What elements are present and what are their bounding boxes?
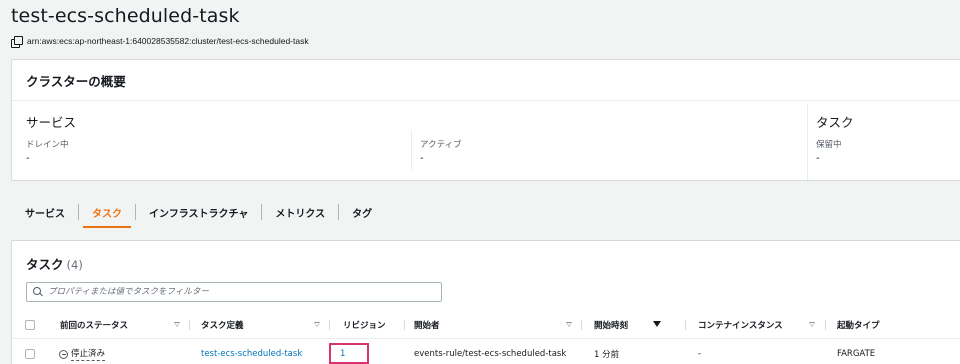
- column-separator: [404, 320, 405, 330]
- row-checkbox[interactable]: [25, 349, 35, 359]
- draining-label: ドレイン中: [26, 140, 69, 150]
- pending-label: 保留中: [816, 140, 842, 150]
- column-separator: [189, 320, 190, 330]
- column-separator: [581, 320, 582, 330]
- column-header-task-definition[interactable]: タスク定義: [201, 311, 244, 339]
- column-header-started-at[interactable]: 開始時刻: [594, 311, 628, 339]
- overview-divider: [807, 104, 808, 180]
- column-header-started-by[interactable]: 開始者: [414, 311, 440, 339]
- sort-icon[interactable]: [314, 322, 320, 327]
- sort-icon[interactable]: [174, 322, 180, 327]
- arn-row: arn:aws:ecs:ap-northeast-1:640028535582:…: [11, 34, 309, 48]
- last-status-value[interactable]: 停止済み: [71, 347, 106, 361]
- select-all-checkbox[interactable]: [25, 320, 35, 330]
- page-title: test-ecs-scheduled-task: [11, 5, 240, 27]
- tasks-count: (4): [66, 258, 83, 272]
- stopped-status-icon: [59, 349, 68, 359]
- last-status-cell: 停止済み: [59, 340, 106, 364]
- column-separator: [329, 320, 330, 330]
- pending-value: -: [816, 153, 820, 164]
- table-row: 停止済み test-ecs-scheduled-task 1 events-ru…: [12, 340, 960, 364]
- launch-type-value: FARGATE: [837, 349, 876, 359]
- column-separator: [825, 320, 826, 330]
- column-header-container-instance[interactable]: コンテナインスタンス: [698, 311, 783, 339]
- tab-services[interactable]: サービス: [11, 196, 78, 228]
- draining-value: -: [26, 153, 30, 164]
- tab-tags[interactable]: タグ: [339, 196, 385, 228]
- row-checkbox-cell: [25, 340, 35, 364]
- cluster-overview-card: クラスターの概要 サービス ドレイン中 - アクティブ - タスク 保留中 -: [11, 59, 960, 181]
- task-filter[interactable]: [26, 282, 442, 302]
- column-header-launch-type[interactable]: 起動タイプ: [837, 311, 880, 339]
- cluster-arn: arn:aws:ecs:ap-northeast-1:640028535582:…: [27, 36, 309, 46]
- container-instance-value: -: [698, 349, 702, 359]
- search-icon: [33, 287, 43, 297]
- active-label: アクティブ: [420, 140, 462, 150]
- sort-icon[interactable]: [809, 322, 815, 327]
- select-all-checkbox-cell: [25, 311, 35, 339]
- cluster-tabs: サービス タスク インフラストラクチャ メトリクス タグ: [11, 196, 385, 228]
- column-header-revision: リビジョン: [343, 321, 386, 331]
- tasks-title: タスク (4): [26, 254, 83, 273]
- revision-highlight: 1: [329, 343, 369, 364]
- services-section-title: サービス: [26, 115, 77, 130]
- tab-tasks[interactable]: タスク: [79, 196, 135, 228]
- column-header-last-status[interactable]: 前回のステータス: [60, 311, 128, 339]
- overview-divider: [411, 130, 412, 170]
- task-filter-input[interactable]: [48, 287, 428, 297]
- revision-link[interactable]: 1: [340, 349, 345, 359]
- services-section: サービス: [26, 112, 76, 131]
- sort-descending-icon[interactable]: [653, 321, 661, 327]
- started-at-value: 1 分前: [594, 350, 620, 360]
- tab-infrastructure[interactable]: インフラストラクチャ: [136, 196, 261, 228]
- tasks-table-header: 前回のステータス タスク定義 リビジョン 開始者 開始時刻 コンテナインスタンス…: [12, 311, 960, 339]
- tasks-card: タスク(4) 前回のステータス タスク定義 リビジョン 開始者 開始時刻 コンテ…: [11, 240, 960, 364]
- column-separator: [685, 320, 686, 330]
- started-by-value: events-rule/test-ecs-scheduled-task: [414, 349, 567, 359]
- tasks-section-title: タスク: [816, 115, 854, 130]
- sort-icon[interactable]: [566, 322, 572, 327]
- tab-metrics[interactable]: メトリクス: [262, 196, 338, 228]
- copy-icon[interactable]: [11, 35, 23, 48]
- tasks-section: タスク: [816, 112, 854, 131]
- cluster-overview-title: クラスターの概要: [12, 60, 960, 101]
- task-definition-cell: test-ecs-scheduled-task: [201, 340, 302, 364]
- task-definition-link[interactable]: test-ecs-scheduled-task: [201, 349, 302, 359]
- tasks-title-text: タスク: [26, 257, 64, 272]
- active-value: -: [420, 153, 424, 164]
